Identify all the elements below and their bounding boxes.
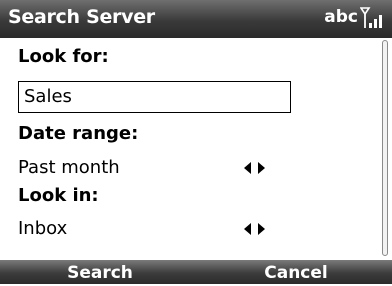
softkey-bar: Search Cancel (0, 260, 392, 284)
input-mode-indicator: abc (324, 7, 358, 27)
look-for-input[interactable]: Sales (18, 81, 291, 113)
page-title: Search Server (8, 6, 155, 28)
look-in-label: Look in: (18, 185, 99, 206)
search-form: Look for: Sales Date range: Past month L… (0, 38, 392, 260)
look-in-picker[interactable]: Inbox (0, 210, 376, 246)
date-range-picker[interactable]: Past month (0, 149, 376, 185)
left-right-arrows-icon[interactable] (244, 162, 284, 174)
arrow-right-icon[interactable] (258, 162, 265, 174)
scrollbar[interactable] (378, 38, 392, 260)
date-range-label: Date range: (18, 123, 139, 144)
title-bar: Search Server abc (0, 0, 392, 38)
arrow-right-icon[interactable] (258, 223, 265, 235)
arrow-left-icon[interactable] (244, 223, 251, 235)
date-range-value: Past month (18, 157, 120, 178)
look-for-label: Look for: (18, 46, 109, 67)
cancel-softkey[interactable]: Cancel (200, 260, 392, 284)
left-right-arrows-icon[interactable] (244, 223, 284, 235)
look-in-value: Inbox (18, 218, 68, 239)
arrow-left-icon[interactable] (244, 162, 251, 174)
signal-strength-icon (360, 7, 382, 28)
scrollbar-thumb[interactable] (382, 40, 388, 256)
search-softkey[interactable]: Search (0, 260, 200, 284)
